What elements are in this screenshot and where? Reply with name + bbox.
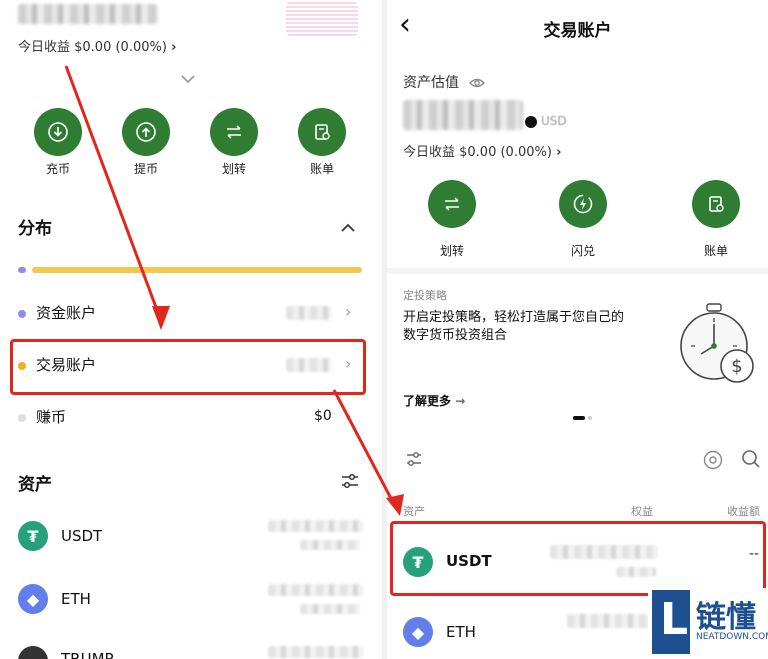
arrowhead-1 <box>152 306 170 330</box>
watermark-site: NEATDOWN.COM <box>696 632 768 642</box>
arrow-to-trading-account <box>64 65 162 319</box>
watermark-logo: L <box>652 590 690 654</box>
watermark-brand: 链懂 <box>696 600 756 635</box>
annotation-arrows <box>64 65 404 516</box>
watermark: L 链懂 NEATDOWN.COM <box>648 588 768 659</box>
arrow-to-usdt-row <box>332 389 398 509</box>
